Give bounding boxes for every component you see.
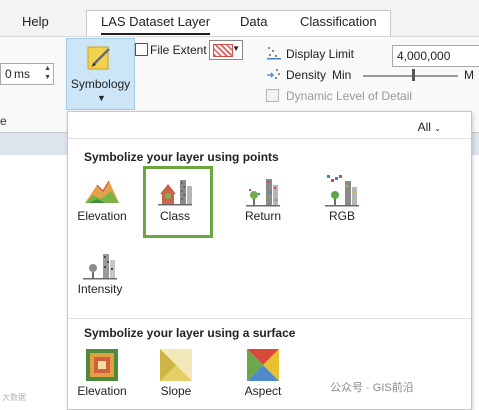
density-slider-thumb[interactable] [412, 69, 415, 81]
ribbon-tab-bar: Help LAS Dataset Layer Data Classificati… [0, 0, 479, 37]
gallery-item-class-points[interactable]: Class [143, 166, 213, 238]
rgb-points-icon [323, 173, 361, 207]
left-group-label: e [0, 114, 7, 128]
item-label: Aspect [244, 384, 282, 398]
gallery-item-rgb-points[interactable]: RGB [310, 167, 374, 233]
tab-help[interactable]: Help [22, 14, 49, 29]
aspect-surface-icon [244, 348, 282, 382]
intensity-points-icon [81, 246, 119, 280]
density-label: Density [286, 68, 327, 82]
gallery-item-elevation-surface[interactable]: Elevation [70, 342, 134, 408]
tab-data[interactable]: Data [240, 14, 267, 29]
density-min-label: Min [332, 68, 352, 82]
item-label: Slope [160, 384, 192, 398]
file-extent-label: File Extent [150, 43, 207, 57]
item-label: RGB [328, 209, 355, 223]
item-label: Elevation [77, 209, 127, 223]
hatch-swatch-icon [213, 44, 233, 57]
gallery-divider [68, 138, 471, 139]
display-limit-icon [266, 45, 282, 64]
display-limit-value: 4,000,000 [397, 49, 451, 63]
chevron-down-icon: ▼ [232, 44, 240, 53]
gallery-item-return-points[interactable]: Return [231, 167, 295, 233]
slope-surface-icon [157, 348, 195, 382]
watermark-text: 公众号 · GIS前沿 [330, 382, 414, 394]
file-extent-symbol-picker[interactable]: ▼ [209, 40, 243, 60]
gallery-item-intensity-points[interactable]: Intensity [68, 240, 132, 306]
watermark-small-text: 大数据 [2, 393, 26, 402]
symbology-label: Symbology [70, 77, 131, 91]
spin-arrows-icon[interactable]: ▲ ▼ [44, 64, 51, 82]
symbology-brush-icon [87, 45, 113, 76]
display-limit-label: Display Limit [286, 47, 355, 61]
time-spin-input[interactable]: 0 ms ▲ ▼ [0, 63, 54, 85]
elevation-surface-icon [83, 348, 121, 382]
points-section-header: Symbolize your layer using points [84, 150, 279, 164]
tab-classification[interactable]: Classification [300, 14, 377, 29]
spin-value: 0 [5, 67, 12, 81]
gallery-item-aspect-surface[interactable]: Aspect [231, 342, 295, 408]
dynamic-lod-checkbox[interactable] [266, 89, 279, 102]
surface-section-header: Symbolize your layer using a surface [84, 326, 296, 340]
item-label: Elevation [77, 384, 127, 398]
gallery-filter-label: All [417, 120, 431, 134]
file-extent-checkbox[interactable] [135, 43, 148, 56]
density-max-label: M [464, 68, 474, 82]
return-points-icon [244, 173, 282, 207]
density-icon [266, 67, 282, 86]
gallery-item-slope-surface[interactable]: Slope [144, 342, 208, 408]
elevation-points-icon [83, 173, 121, 207]
gallery-divider [68, 318, 471, 319]
symbology-button[interactable]: Symbology ▼ [66, 38, 135, 110]
tab-las-dataset-layer[interactable]: LAS Dataset Layer [101, 14, 211, 35]
dynamic-lod-label: Dynamic Level of Detail [286, 89, 413, 103]
density-slider-track[interactable] [363, 75, 458, 77]
gallery-filter-dropdown[interactable]: All ⌄ [418, 120, 441, 134]
item-label: Class [159, 209, 190, 223]
item-label: Return [244, 209, 282, 223]
chevron-down-icon: ▼ [97, 93, 106, 103]
symbology-gallery: All ⌄ Symbolize your layer using points … [67, 111, 472, 410]
gallery-item-elevation-points[interactable]: Elevation [70, 167, 134, 233]
spin-unit: ms [14, 67, 30, 81]
display-limit-input[interactable]: 4,000,000 [392, 45, 479, 67]
item-label: Intensity [77, 282, 123, 296]
class-points-icon [156, 172, 194, 206]
chevron-down-icon: ⌄ [434, 124, 441, 133]
